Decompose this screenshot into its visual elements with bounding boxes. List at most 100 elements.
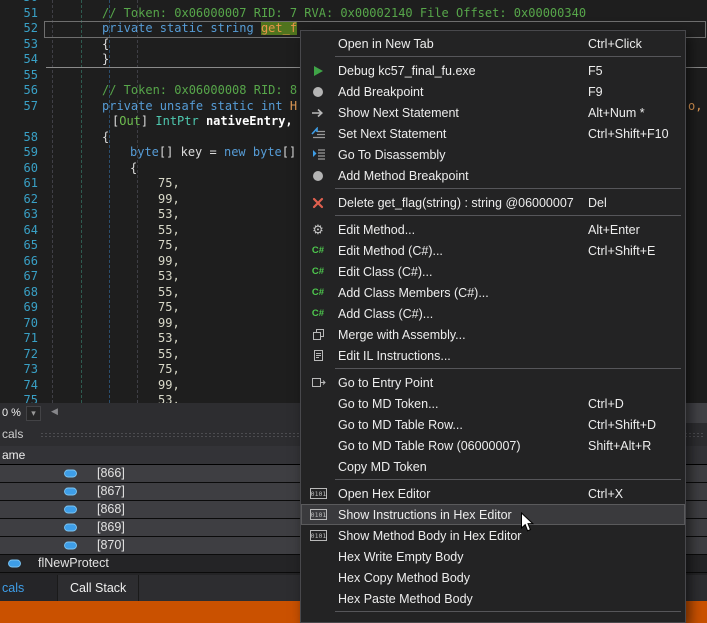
code-token: 75, [158,176,180,190]
menu-item-shortcut: Shift+Alt+R [588,439,651,453]
menu-item-show-method-body-in-hex-editor[interactable]: 0101Show Method Body in Hex Editor [301,525,685,546]
tab-cals[interactable]: cals [0,575,58,601]
set-next-icon [301,127,335,140]
line-number: 68 [0,285,38,301]
menu-item-label: Go To Disassembly [335,148,588,162]
merge-icon [301,328,335,341]
line-number: 52 [0,21,38,37]
line-number: 74 [0,378,38,394]
field-icon [64,504,77,518]
menu-item-add-method-breakpoint[interactable]: Add Method Breakpoint [301,165,685,186]
line-number: 57 [0,99,38,115]
menu-item-merge-with-assembly[interactable]: Merge with Assembly... [301,324,685,345]
menu-item-delete-get-flag-string-string-06000007[interactable]: Delete get_flag(string) : string @060000… [301,192,685,213]
menu-item-label: Show Method Body in Hex Editor [335,529,588,543]
code-token: private static string [102,21,261,35]
menu-item-set-next-statement[interactable]: Set Next StatementCtrl+Shift+F10 [301,123,685,144]
menu-item-shortcut: Del [588,196,607,210]
menu-item-shortcut: Alt+Num * [588,106,645,120]
delete-x-icon [301,197,335,209]
menu-item-label: Debug kc57_final_fu.exe [335,64,588,78]
menu-item-shortcut: Alt+Enter [588,223,640,237]
code-token: { [130,161,137,175]
code-token: [] [282,145,296,159]
menu-item-open-in-new-tab[interactable]: Open in New TabCtrl+Click [301,33,685,54]
code-token: new [224,145,253,159]
line-number: 59 [0,145,38,161]
code-token: Out [119,114,141,128]
menu-item-copy-md-token[interactable]: Copy MD Token [301,456,685,477]
menu-item-label: Delete get_flag(string) : string @060000… [335,196,588,210]
code-token: 55, [158,223,180,237]
menu-item-shortcut: Ctrl+X [588,487,623,501]
code-token: 99, [158,254,180,268]
menu-item-hex-paste-method-body[interactable]: Hex Paste Method Body [301,588,685,609]
breakpoint-icon [301,86,335,98]
menu-item-label: Add Class Members (C#)... [335,286,588,300]
menu-item-label: Add Method Breakpoint [335,169,588,183]
menu-item-label: Merge with Assembly... [335,328,588,342]
menu-item-hex-write-empty-body[interactable]: Hex Write Empty Body [301,546,685,567]
line-number: 51 [0,6,38,22]
context-menu: Open in New TabCtrl+Click Debug kc57_fina… [300,30,686,623]
menu-item-label: Open in New Tab [335,37,588,51]
menu-item-shortcut: Ctrl+Shift+D [588,418,656,432]
line-number: 62 [0,192,38,208]
menu-item-edit-il-instructions[interactable]: Edit IL Instructions... [301,345,685,366]
field-icon [64,540,77,554]
menu-item-show-instructions-in-hex-editor[interactable]: 0101Show Instructions in Hex Editor [301,504,685,525]
menu-item-add-breakpoint[interactable]: Add BreakpointF9 [301,81,685,102]
code-token: IntPtr [155,114,206,128]
line-number: 54 [0,52,38,68]
menu-item-open-hex-editor[interactable]: 0101Open Hex EditorCtrl+X [301,483,685,504]
hex-icon: 0101 [301,488,335,499]
tab-call-stack[interactable]: Call Stack [58,575,139,601]
play-icon [301,65,335,77]
menu-item-label: Add Breakpoint [335,85,588,99]
locals-row-label: [870] [97,537,125,554]
menu-item-go-to-entry-point[interactable]: Go to Entry Point [301,372,685,393]
line-number: 70 [0,316,38,332]
code-line-51[interactable]: 51 // Token: 0x06000007 RID: 7 RVA: 0x000… [0,6,707,22]
menu-item-debug-kc57-final-fu-exe[interactable]: Debug kc57_final_fu.exeF5 [301,60,685,81]
code-text: // Token: 0x06000007 RID: 7 RVA: 0x00002… [46,6,707,22]
menu-item-go-to-disassembly[interactable]: Go To Disassembly [301,144,685,165]
scroll-left-icon[interactable]: ◀ [51,406,58,417]
line-number: 60 [0,161,38,177]
csharp-icon: C# [301,308,335,319]
menu-item-go-to-md-token[interactable]: Go to MD Token...Ctrl+D [301,393,685,414]
hex-icon: 0101 [301,509,335,520]
code-token: } [102,52,109,66]
menu-item-add-class-members-c[interactable]: C#Add Class Members (C#)... [301,282,685,303]
line-number: 63 [0,207,38,223]
line-number: 64 [0,223,38,239]
line-number: 61 [0,176,38,192]
menu-item-hex-copy-method-body[interactable]: Hex Copy Method Body [301,567,685,588]
menu-item-label: Show Instructions in Hex Editor [335,508,588,522]
menu-item-add-class-c[interactable]: C#Add Class (C#)... [301,303,685,324]
menu-item-shortcut: F5 [588,64,603,78]
menu-item-shortcut: Ctrl+Shift+F10 [588,127,669,141]
locals-row-label: [869] [97,519,125,536]
menu-item-label: Add Class (C#)... [335,307,588,321]
zoom-dropdown-button[interactable]: ▾ [26,406,41,421]
menu-item-edit-method[interactable]: ⚙Edit Method...Alt+Enter [301,219,685,240]
menu-item-label: Edit Method (C#)... [335,244,588,258]
menu-item-label: Copy MD Token [335,460,588,474]
menu-item-show-next-statement[interactable]: Show Next StatementAlt+Num * [301,102,685,123]
locals-title-label: cals [0,427,23,441]
menu-item-edit-class-c[interactable]: C#Edit Class (C#)... [301,261,685,282]
breakpoint-icon [301,170,335,182]
menu-item-go-to-md-table-row-06000007[interactable]: Go to MD Table Row (06000007)Shift+Alt+R [301,435,685,456]
menu-item-edit-method-c[interactable]: C#Edit Method (C#)...Ctrl+Shift+E [301,240,685,261]
code-token: H [290,99,297,113]
csharp-icon: C# [301,287,335,298]
zoom-level: 0 % [0,407,26,419]
field-icon [64,486,77,500]
context-menu-items: Open in New TabCtrl+Click Debug kc57_fina… [301,33,685,615]
menu-item-go-to-md-table-row[interactable]: Go to MD Table Row...Ctrl+Shift+D [301,414,685,435]
line-number: 58 [0,130,38,146]
menu-separator [301,609,685,615]
locals-row-label: [867] [97,483,125,500]
code-token: o, [688,99,702,115]
